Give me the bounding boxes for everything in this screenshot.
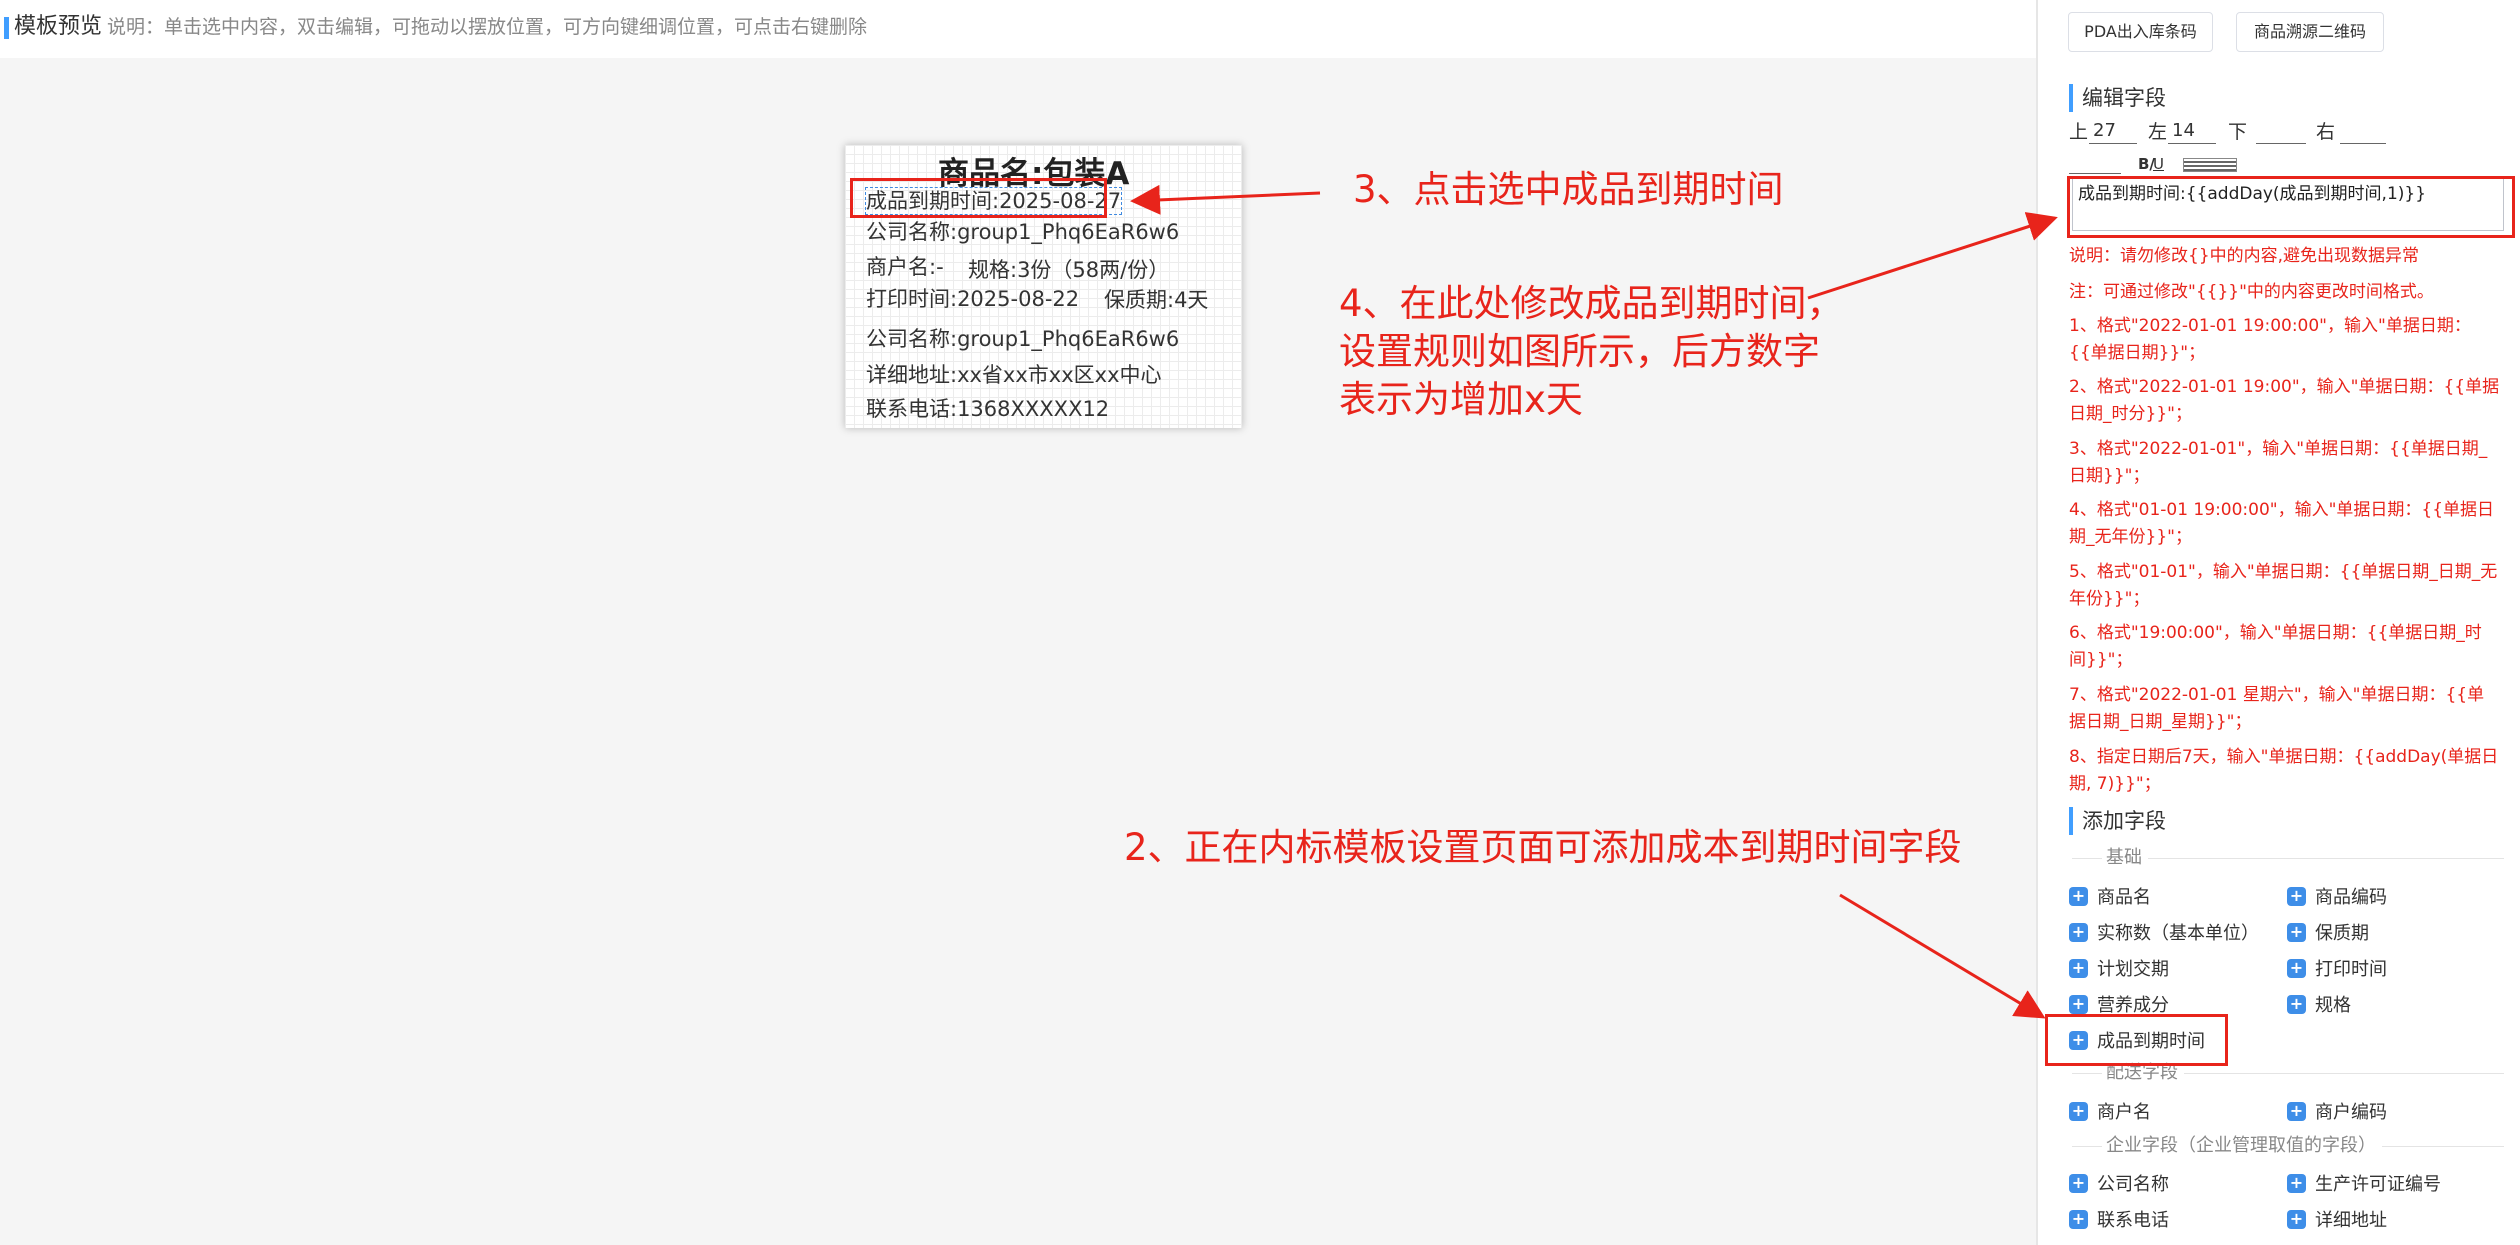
title-accent-bar — [4, 17, 9, 39]
plus-icon: + — [2287, 994, 2306, 1014]
plus-icon: + — [2069, 958, 2088, 978]
plus-icon: + — [2069, 886, 2088, 906]
annotation-step3: 3、点击选中成品到期时间 — [1353, 168, 1784, 211]
format-note: 说明：请勿修改{}中的内容,避免出现数据异常 — [2069, 246, 2420, 266]
add-field-label: 商户名 — [2097, 1102, 2151, 1123]
annotation-step4-line1: 4、在此处修改成品到期时间， — [1339, 282, 1844, 325]
format-note: 8、指定日期后7天，输入"单据日期：{{addDay(单据日期, 7)}}"； — [2069, 747, 2499, 794]
plus-icon: + — [2069, 1101, 2088, 1121]
right-label: 右 — [2316, 121, 2336, 143]
add-field-label: 详细地址 — [2315, 1210, 2387, 1231]
add-field-item[interactable]: + 实称数（基本单位） — [2069, 918, 2259, 946]
add-field-item[interactable]: + 商品编码 — [2287, 882, 2387, 910]
add-field-item[interactable]: + 营养成分 — [2069, 990, 2169, 1018]
format-note: 3、格式"2022-01-01"，输入"单据日期：{{单据日期_日期}}"； — [2069, 439, 2488, 486]
format-note: 7、格式"2022-01-01 星期六"，输入"单据日期：{{单据日期_日期_星… — [2069, 685, 2485, 732]
add-field-label: 计划交期 — [2097, 959, 2169, 980]
top-input[interactable]: 27 — [2089, 120, 2137, 144]
add-field-label: 公司名称 — [2097, 1174, 2169, 1195]
preview-description: 说明：单击选中内容，双击编辑，可拖动以摆放位置，可方向键细调位置，可点击右键删除 — [107, 16, 868, 38]
format-note: 4、格式"01-01 19:00:00"，输入"单据日期：{{单据日期_无年份}… — [2069, 500, 2495, 547]
label-print-time[interactable]: 打印时间:2025-08-22 — [866, 286, 1079, 312]
add-field-label: 规格 — [2315, 995, 2351, 1016]
add-field-label: 生产许可证编号 — [2315, 1174, 2441, 1195]
add-field-item[interactable]: + 打印时间 — [2287, 954, 2387, 982]
align-icon[interactable] — [2183, 158, 2237, 172]
group-title-enterprise: 企业字段（企业管理取值的字段） — [2102, 1134, 2382, 1158]
plus-icon: + — [2287, 886, 2306, 906]
add-field-label: 实称数（基本单位） — [2097, 923, 2259, 944]
plus-icon: + — [2069, 994, 2088, 1014]
add-field-item[interactable]: + 商户名 — [2069, 1097, 2151, 1125]
add-field-item[interactable]: + 生产许可证编号 — [2287, 1169, 2441, 1197]
add-field-item[interactable]: + 保质期 — [2287, 918, 2369, 946]
add-field-item[interactable]: + 计划交期 — [2069, 954, 2169, 982]
field-content-textarea[interactable]: 成品到期时间:{{addDay(成品到期时间,1)}} — [2072, 177, 2504, 231]
label-merchant[interactable]: 商户名:- — [866, 254, 944, 280]
add-field-label: 商户编码 — [2315, 1102, 2387, 1123]
annotation-step4-line2: 设置规则如图所示，后方数字 — [1339, 330, 1820, 373]
label-address[interactable]: 详细地址:xx省xx市xx区xx中心 — [866, 362, 1162, 388]
label-expiry-time[interactable]: 成品到期时间:2025-08-27 — [864, 187, 1123, 215]
plus-icon: + — [2069, 922, 2088, 942]
label-spec[interactable]: 规格:3份（58两/份） — [968, 257, 1169, 283]
trace-qrcode-button[interactable]: 商品溯源二维码 — [2236, 12, 2384, 52]
annotation-step4-line3: 表示为增加x天 — [1339, 378, 1583, 421]
label-company-name-2[interactable]: 公司名称:group1_Phq6EaR6w6 — [866, 326, 1179, 352]
plus-icon: + — [2287, 922, 2306, 942]
add-field-label: 商品编码 — [2315, 887, 2387, 908]
left-input[interactable]: 14 — [2168, 120, 2216, 144]
label-company-name[interactable]: 公司名称:group1_Phq6EaR6w6 — [866, 219, 1179, 245]
plus-icon: + — [2287, 958, 2306, 978]
add-field-label: 打印时间 — [2315, 959, 2387, 980]
label-phone[interactable]: 联系电话:1368XXXXX12 — [866, 396, 1109, 422]
format-note: 5、格式"01-01"，输入"单据日期：{{单据日期_日期_无年份}}"； — [2069, 562, 2498, 609]
preview-header: 模板预览 说明：单击选中内容，双击编辑，可拖动以摆放位置，可方向键细调位置，可点… — [0, 0, 2036, 58]
bottom-label: 下 — [2228, 121, 2248, 143]
add-field-item[interactable]: + 详细地址 — [2287, 1205, 2387, 1233]
plus-icon: + — [2069, 1173, 2088, 1193]
group-title-basic: 基础 — [2102, 846, 2148, 870]
pda-barcode-button[interactable]: PDA出入库条码 — [2068, 12, 2213, 52]
add-field-label: 联系电话 — [2097, 1210, 2169, 1231]
plus-icon: + — [2069, 1209, 2088, 1229]
preview-title: 模板预览 — [14, 14, 103, 39]
extra-input[interactable] — [2069, 150, 2121, 174]
format-note: 6、格式"19:00:00"，输入"单据日期：{{单据日期_时间}}"； — [2069, 623, 2482, 670]
add-section-title: 添加字段 — [2069, 807, 2166, 835]
bottom-input[interactable] — [2256, 120, 2306, 144]
add-field-item[interactable]: + 商品名 — [2069, 882, 2151, 910]
add-field-label: 商品名 — [2097, 887, 2151, 908]
plus-icon: + — [2069, 1030, 2088, 1050]
add-field-item[interactable]: + 联系电话 — [2069, 1205, 2169, 1233]
underline-toggle[interactable]: U — [2153, 155, 2164, 174]
plus-icon: + — [2287, 1173, 2306, 1193]
add-field-item[interactable]: + 规格 — [2287, 990, 2351, 1018]
group-title-delivery: 配送字段 — [2102, 1061, 2184, 1085]
add-field-label: 保质期 — [2315, 923, 2369, 944]
add-field-label: 成品到期时间 — [2097, 1031, 2205, 1052]
top-label: 上 — [2069, 121, 2089, 143]
add-field-label: 营养成分 — [2097, 995, 2169, 1016]
format-note: 2、格式"2022-01-01 19:00"，输入"单据日期：{{单据日期_时分… — [2069, 377, 2500, 424]
left-label: 左 — [2148, 121, 2168, 143]
add-field-item[interactable]: + 公司名称 — [2069, 1169, 2169, 1197]
right-input[interactable] — [2340, 120, 2386, 144]
format-note: 1、格式"2022-01-01 19:00:00"，输入"单据日期：{{单据日期… — [2069, 316, 2471, 363]
format-note: 注：可通过修改"{{}}"中的内容更改时间格式。 — [2069, 282, 2434, 302]
edit-section-title: 编辑字段 — [2069, 84, 2166, 112]
plus-icon: + — [2287, 1101, 2306, 1121]
add-field-item[interactable]: + 成品到期时间 — [2069, 1026, 2205, 1054]
add-field-item[interactable]: + 商户编码 — [2287, 1097, 2387, 1125]
annotation-step2: 2、正在内标模板设置页面可添加成本到期时间字段 — [1124, 826, 1962, 869]
plus-icon: + — [2287, 1209, 2306, 1229]
label-shelf-life[interactable]: 保质期:4天 — [1104, 287, 1208, 313]
